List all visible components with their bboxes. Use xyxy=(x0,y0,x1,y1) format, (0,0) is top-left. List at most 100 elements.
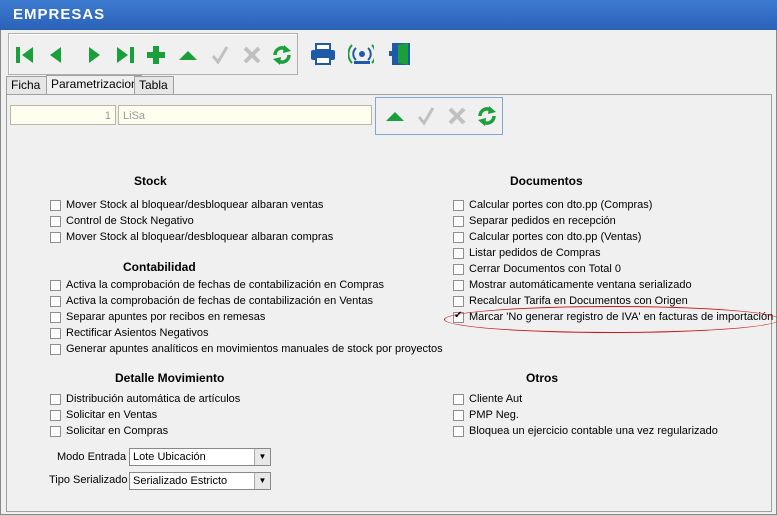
refresh-button[interactable] xyxy=(269,42,295,68)
contabilidad-heading: Contabilidad xyxy=(123,260,196,274)
detalle-option[interactable]: Distribución automática de artículos xyxy=(50,391,240,407)
checkbox[interactable] xyxy=(453,295,464,307)
otros-option[interactable]: Bloquea un ejercicio contable una vez re… xyxy=(453,423,718,439)
tipo-serializado-label: Tipo Serializado xyxy=(49,474,128,486)
next-record-button[interactable] xyxy=(81,42,107,68)
stock-option[interactable]: Control de Stock Negativo xyxy=(50,213,194,229)
edit-refresh-button[interactable] xyxy=(474,103,500,129)
otros-option-label: Bloquea un ejercicio contable una vez re… xyxy=(469,425,718,437)
last-record-button[interactable] xyxy=(112,42,138,68)
tab-parametrizacion-label: Parametrizacion xyxy=(51,77,138,91)
checkbox[interactable] xyxy=(453,425,464,437)
main-toolbar xyxy=(8,33,298,75)
contabilidad-option-label: Separar apuntes por recibos en remesas xyxy=(66,311,266,323)
checkbox[interactable] xyxy=(453,247,464,259)
edit-up-button[interactable] xyxy=(382,103,408,129)
checkbox[interactable] xyxy=(50,311,61,323)
add-icon xyxy=(147,46,165,64)
checkbox[interactable] xyxy=(50,343,61,355)
contabilidad-option[interactable]: Rectificar Asientos Negativos xyxy=(50,325,208,341)
documentos-option[interactable]: Mostrar automáticamente ventana serializ… xyxy=(453,277,692,293)
contabilidad-option[interactable]: Activa la comprobación de fechas de cont… xyxy=(50,293,373,309)
stock-option-label: Control de Stock Negativo xyxy=(66,215,194,227)
documentos-option[interactable]: Separar pedidos en recepción xyxy=(453,213,616,229)
checkbox[interactable] xyxy=(50,295,61,307)
name-field[interactable]: LiSa xyxy=(118,105,372,125)
checkbox[interactable] xyxy=(50,279,61,291)
highlight-oval xyxy=(444,306,777,333)
documentos-option[interactable]: Cerrar Documentos con Total 0 xyxy=(453,261,621,277)
documentos-option-label: Listar pedidos de Compras xyxy=(469,247,601,259)
documentos-option-label: Calcular portes con dto.pp (Ventas) xyxy=(469,231,642,243)
cancel-button[interactable] xyxy=(239,42,265,68)
code-field[interactable]: 1 xyxy=(10,105,116,125)
edit-cancel-button[interactable] xyxy=(444,103,470,129)
checkbox[interactable] xyxy=(50,215,61,227)
modo-entrada-select[interactable]: Lote Ubicación ▼ xyxy=(129,448,271,466)
detalle-option[interactable]: Solicitar en Ventas xyxy=(50,407,157,423)
title-bar: EMPRESAS xyxy=(0,0,777,30)
contabilidad-option[interactable]: Generar apuntes analíticos en movimiento… xyxy=(50,341,443,357)
contabilidad-option[interactable]: Separar apuntes por recibos en remesas xyxy=(50,309,265,325)
exit-icon xyxy=(389,43,410,65)
checkbox[interactable] xyxy=(50,393,61,405)
confirm-button[interactable] xyxy=(207,42,233,68)
first-record-button[interactable] xyxy=(12,42,38,68)
documentos-option-label: Calcular portes con dto.pp (Compras) xyxy=(469,199,653,211)
checkbox[interactable] xyxy=(453,199,464,211)
checkbox[interactable] xyxy=(50,327,61,339)
checkbox[interactable] xyxy=(50,409,61,421)
prev-record-button[interactable] xyxy=(43,42,69,68)
stock-option[interactable]: Mover Stock al bloquear/desbloquear alba… xyxy=(50,197,323,213)
otros-option[interactable]: Cliente Aut xyxy=(453,391,522,407)
contabilidad-option-label: Activa la comprobación de fechas de cont… xyxy=(66,295,373,307)
checkbox[interactable] xyxy=(50,425,61,437)
print-icon xyxy=(311,43,335,65)
checkbox[interactable] xyxy=(453,263,464,275)
modo-entrada-value: Lote Ubicación xyxy=(133,451,206,463)
print-button[interactable] xyxy=(310,41,336,67)
documentos-option-label: Mostrar automáticamente ventana serializ… xyxy=(469,279,692,291)
detalle-option[interactable]: Solicitar en Compras xyxy=(50,423,168,439)
stock-option[interactable]: Mover Stock al bloquear/desbloquear alba… xyxy=(50,229,333,245)
edit-confirm-button[interactable] xyxy=(413,103,439,129)
documentos-option[interactable]: Listar pedidos de Compras xyxy=(453,245,600,261)
up-button[interactable] xyxy=(175,42,201,68)
connect-button[interactable] xyxy=(348,41,374,67)
chevron-down-icon[interactable]: ▼ xyxy=(254,473,270,489)
checkbox[interactable] xyxy=(453,279,464,291)
confirm-icon xyxy=(211,46,229,65)
detalle-option-label: Distribución automática de artículos xyxy=(66,393,241,405)
tab-parametrizacion[interactable]: Parametrizacion xyxy=(46,75,142,95)
tab-ficha[interactable]: Ficha xyxy=(6,76,50,94)
up-icon xyxy=(179,51,197,60)
exit-button[interactable] xyxy=(388,41,414,67)
stock-heading: Stock xyxy=(134,174,167,188)
documentos-option[interactable]: Calcular portes con dto.pp (Compras) xyxy=(453,197,652,213)
refresh-icon xyxy=(273,45,291,65)
next-icon xyxy=(89,47,100,63)
add-record-button[interactable] xyxy=(143,42,169,68)
documentos-option-label: Cerrar Documentos con Total 0 xyxy=(469,263,622,275)
contabilidad-option[interactable]: Activa la comprobación de fechas de cont… xyxy=(50,277,384,293)
tab-tabla-label: Tabla xyxy=(139,78,168,92)
first-icon xyxy=(16,47,33,63)
checkbox[interactable] xyxy=(50,199,61,211)
refresh-icon xyxy=(478,106,496,126)
window-body: Ficha Parametrizacion Tabla 1 LiSa Stock… xyxy=(0,30,777,515)
chevron-down-icon[interactable]: ▼ xyxy=(254,449,270,465)
checkbox[interactable] xyxy=(50,231,61,243)
edit-toolbar xyxy=(375,97,503,135)
cancel-icon xyxy=(448,107,466,125)
tab-tabla[interactable]: Tabla xyxy=(134,76,174,94)
contabilidad-option-label: Activa la comprobación de fechas de cont… xyxy=(66,279,384,291)
tipo-serializado-select[interactable]: Serializado Estricto ▼ xyxy=(129,472,271,490)
otros-option[interactable]: PMP Neg. xyxy=(453,407,519,423)
window-title: EMPRESAS xyxy=(13,6,106,23)
checkbox[interactable] xyxy=(453,231,464,243)
checkbox[interactable] xyxy=(453,393,464,405)
documentos-option[interactable]: Calcular portes con dto.pp (Ventas) xyxy=(453,229,641,245)
last-icon xyxy=(117,47,134,63)
checkbox[interactable] xyxy=(453,409,464,421)
checkbox[interactable] xyxy=(453,215,464,227)
